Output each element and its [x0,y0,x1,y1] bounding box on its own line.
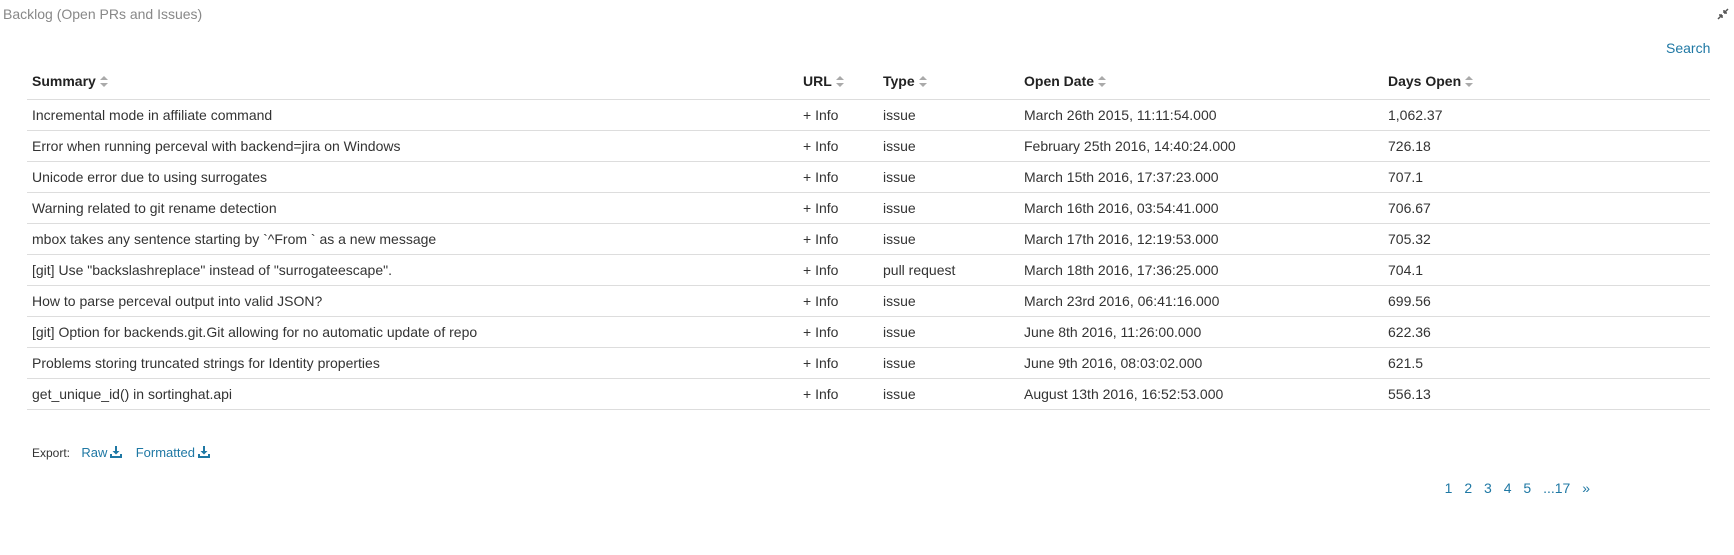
cell-type: issue [878,378,1019,410]
cell-days-open: 621.5 [1383,347,1710,379]
table-row: [git] Option for backends.git.Git allowi… [27,316,1710,348]
cell-summary: mbox takes any sentence starting by `^Fr… [27,223,798,255]
page-link-4[interactable]: 4 [1504,480,1512,496]
info-link[interactable]: + Info [798,130,878,162]
cell-type: pull request [878,254,1019,286]
header-url[interactable]: URL [798,63,878,100]
cell-summary: get_unique_id() in sortinghat.api [27,378,798,410]
compress-icon[interactable] [1716,7,1730,21]
sort-icon [918,76,927,87]
cell-summary: Incremental mode in affiliate command [27,99,798,131]
cell-type: issue [878,285,1019,317]
cell-type: issue [878,223,1019,255]
info-link[interactable]: + Info [798,378,878,410]
download-icon [197,446,210,458]
cell-open-date: June 8th 2016, 11:26:00.000 [1019,316,1383,348]
table-row: [git] Use "backslashreplace" instead of … [27,254,1710,286]
header-summary[interactable]: Summary [27,63,798,100]
info-link[interactable]: + Info [798,316,878,348]
info-link[interactable]: + Info [798,192,878,224]
cell-summary: How to parse perceval output into valid … [27,285,798,317]
cell-open-date: August 13th 2016, 16:52:53.000 [1019,378,1383,410]
cell-open-date: March 17th 2016, 12:19:53.000 [1019,223,1383,255]
cell-open-date: March 15th 2016, 17:37:23.000 [1019,161,1383,193]
cell-open-date: March 16th 2016, 03:54:41.000 [1019,192,1383,224]
cell-open-date: February 25th 2016, 14:40:24.000 [1019,130,1383,162]
cell-days-open: 622.36 [1383,316,1710,348]
cell-type: issue [878,161,1019,193]
info-link[interactable]: + Info [798,161,878,193]
table-row: Unicode error due to using surrogates + … [27,161,1710,193]
info-link[interactable]: + Info [798,254,878,286]
cell-type: issue [878,316,1019,348]
table-row: Problems storing truncated strings for I… [27,347,1710,379]
cell-days-open: 699.56 [1383,285,1710,317]
sort-icon [1098,76,1107,87]
header-days-open[interactable]: Days Open [1383,63,1710,100]
export-raw-link[interactable]: Raw [81,445,123,460]
cell-days-open: 726.18 [1383,130,1710,162]
cell-open-date: March 26th 2015, 11:11:54.000 [1019,99,1383,131]
cell-open-date: March 23rd 2016, 06:41:16.000 [1019,285,1383,317]
cell-days-open: 705.32 [1383,223,1710,255]
sort-icon [1465,76,1474,87]
export-bar: Export: Raw Formatted [32,445,220,460]
table-row: Warning related to git rename detection … [27,192,1710,224]
cell-summary: Warning related to git rename detection [27,192,798,224]
cell-summary: Problems storing truncated strings for I… [27,347,798,379]
cell-type: issue [878,192,1019,224]
info-link[interactable]: + Info [798,347,878,379]
cell-type: issue [878,99,1019,131]
page-link-2[interactable]: 2 [1464,480,1472,496]
cell-days-open: 1,062.37 [1383,99,1710,131]
cell-open-date: June 9th 2016, 08:03:02.000 [1019,347,1383,379]
cell-type: issue [878,130,1019,162]
page-link-3[interactable]: 3 [1484,480,1492,496]
panel-title: Backlog (Open PRs and Issues) [3,6,203,22]
cell-summary: Error when running perceval with backend… [27,130,798,162]
header-open-date[interactable]: Open Date [1019,63,1383,100]
cell-open-date: March 18th 2016, 17:36:25.000 [1019,254,1383,286]
info-link[interactable]: + Info [798,285,878,317]
page-next-button[interactable]: » [1582,480,1590,496]
search-link[interactable]: Search [1666,40,1710,56]
sort-icon [835,76,844,87]
cell-summary: [git] Option for backends.git.Git allowi… [27,316,798,348]
export-label: Export: [32,446,71,460]
sort-icon [99,76,108,87]
info-link[interactable]: + Info [798,223,878,255]
table-header-row: Summary URL Type Open Date Days Open [27,63,1710,100]
table-row: get_unique_id() in sortinghat.api + Info… [27,378,1710,410]
cell-days-open: 707.1 [1383,161,1710,193]
cell-type: issue [878,347,1019,379]
table-row: How to parse perceval output into valid … [27,285,1710,317]
pagination: 1 2 3 4 5 ...17 » [1437,480,1590,496]
info-link[interactable]: + Info [798,99,878,131]
table-row: Error when running perceval with backend… [27,130,1710,162]
page-link-5[interactable]: 5 [1523,480,1531,496]
cell-days-open: 556.13 [1383,378,1710,410]
cell-summary: [git] Use "backslashreplace" instead of … [27,254,798,286]
cell-days-open: 704.1 [1383,254,1710,286]
cell-summary: Unicode error due to using surrogates [27,161,798,193]
page-link-1[interactable]: 1 [1445,480,1453,496]
cell-days-open: 706.67 [1383,192,1710,224]
header-type[interactable]: Type [878,63,1019,100]
export-formatted-link[interactable]: Formatted [136,445,210,460]
backlog-table: Summary URL Type Open Date Days Open Inc… [27,63,1710,410]
download-icon [110,446,123,458]
table-row: mbox takes any sentence starting by `^Fr… [27,223,1710,255]
page-link-last[interactable]: ...17 [1543,480,1570,496]
table-row: Incremental mode in affiliate command + … [27,99,1710,131]
